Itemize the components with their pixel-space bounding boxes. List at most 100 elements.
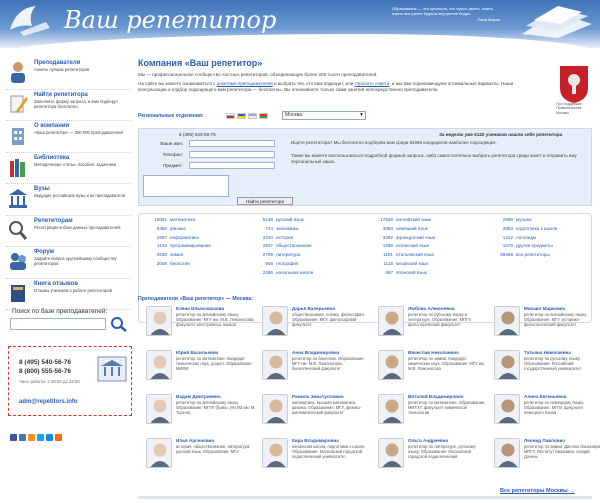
tutor-name[interactable]: Анна Владимировна: [292, 350, 339, 355]
tutor-card[interactable]: Юрий Васильевич репетитор по математике. …: [146, 350, 256, 396]
owl-logo-icon[interactable]: [6, 2, 52, 36]
tutor-photo[interactable]: [378, 394, 404, 424]
subject-row[interactable]: 59466 все репетиторы: [489, 252, 557, 261]
subject-link[interactable]: немецкий язык: [396, 226, 428, 231]
tutor-photo[interactable]: [494, 394, 520, 424]
subject-link[interactable]: другие предметы: [516, 243, 553, 248]
subject-row[interactable]: 1288 испанский язык: [369, 243, 435, 252]
tutor-photo[interactable]: [262, 350, 288, 380]
subject-row[interactable]: 1132 программирование: [143, 243, 211, 252]
subject-row[interactable]: 3084 немецкий язык: [369, 226, 435, 235]
tutor-name[interactable]: Юрий Васильевич: [176, 350, 218, 355]
tutor-card[interactable]: Любовь Алексеевна репетитор по русскому я…: [378, 306, 488, 352]
subject-link[interactable]: логопеды: [516, 235, 536, 240]
mailru-icon[interactable]: [46, 434, 53, 441]
tutor-name[interactable]: Дарья Валерьевна: [292, 306, 335, 311]
moscow-crest-icon[interactable]: [558, 64, 590, 104]
tutor-card[interactable]: Вячеслав Николаевич репетитор по химии. К…: [378, 350, 488, 396]
phone-1[interactable]: 8 (495) 540-56-76: [19, 359, 71, 366]
russia-flag-icon[interactable]: [226, 113, 235, 119]
subject-row[interactable]: 3048 биология: [143, 261, 211, 270]
tutor-name[interactable]: Ольга Андреевна: [408, 438, 448, 443]
subject-link[interactable]: история: [276, 235, 293, 240]
subject-row[interactable]: 487 японский язык: [369, 270, 435, 279]
ask-advice-link[interactable]: спросить совета: [354, 81, 389, 86]
tutor-card[interactable]: Вадим Дмитриевич репетитор по английскому…: [146, 394, 256, 440]
sidebar-item-find-tutor[interactable]: Найти репетитора Заполните форму запроса…: [6, 90, 132, 121]
tutor-name[interactable]: Вячеслав Николаевич: [408, 350, 459, 355]
tutor-photo[interactable]: [146, 350, 172, 380]
subject-row[interactable]: 5138 русский язык: [249, 217, 313, 226]
subject-link[interactable]: экономика: [276, 226, 298, 231]
site-title[interactable]: Ваш репетитор: [64, 6, 276, 34]
tutor-card[interactable]: Алина Евгеньевна репетитор по немецкому я…: [494, 394, 600, 440]
subject-row[interactable]: 17638 английский язык: [369, 217, 435, 226]
subject-link[interactable]: английский язык: [396, 217, 431, 222]
tutor-photo[interactable]: [494, 350, 520, 380]
tutor-card[interactable]: Виталий Владимирович репетитор по математ…: [378, 394, 488, 440]
tutor-name[interactable]: Михаил Маркович: [524, 306, 565, 311]
subject-row[interactable]: 2863 подготовка к школе: [489, 226, 558, 235]
tutor-photo[interactable]: [494, 306, 520, 336]
subject-row[interactable]: 19051 математика: [143, 217, 211, 226]
sidebar-item-title[interactable]: Библиотека: [34, 155, 69, 161]
tutor-card[interactable]: Рамиль Зинатуллович математика, высшая ма…: [262, 394, 372, 440]
subject-row[interactable]: 1181 итальянский язык: [369, 252, 435, 261]
subject-row[interactable]: 1118 китайский язык: [369, 261, 435, 270]
tutor-name[interactable]: Любовь Алексеевна: [408, 306, 454, 311]
tutor-name[interactable]: Татьяна Николаевна: [524, 350, 571, 355]
tutor-name[interactable]: Леонид Павлович: [524, 438, 565, 443]
belarus-flag-icon[interactable]: [259, 113, 268, 119]
sidebar-item-universities[interactable]: Вузы Ведущие российские вузы и их препод…: [6, 184, 132, 216]
subject-link[interactable]: информатика: [170, 235, 199, 240]
subject-row[interactable]: 2837 обществознание: [249, 243, 313, 252]
tutor-photo[interactable]: [262, 306, 288, 336]
tutor-card[interactable]: Елена Ильясовахова репетитор по английско…: [146, 306, 256, 352]
subject-row[interactable]: 1412 логопеды: [489, 235, 557, 244]
sidebar-item-about[interactable]: О компании «Ваш репетитор» — 200 000 пре…: [6, 121, 132, 153]
subject-row[interactable]: 6456 физика: [143, 226, 211, 235]
sidebar-item-title[interactable]: Репетиторам: [34, 218, 73, 224]
sidebar-item-title[interactable]: О компании: [34, 123, 69, 129]
tutor-card[interactable]: Леонид Павлович репетитор по химии. Дипло…: [494, 438, 600, 484]
ukraine-flag-icon[interactable]: [237, 113, 246, 119]
facebook-icon[interactable]: [10, 434, 17, 441]
tutor-name[interactable]: Кира Владимировна: [292, 438, 339, 443]
subject-link[interactable]: китайский язык: [396, 261, 428, 266]
email-link[interactable]: adm@repetitors.info: [19, 399, 78, 405]
sidebar-item-title[interactable]: Книга отзывов: [34, 281, 78, 287]
tutor-photo[interactable]: [378, 438, 404, 468]
tutor-card[interactable]: Илья Арсенович история, обществознание, л…: [146, 438, 256, 484]
tutor-name[interactable]: Илья Арсенович: [176, 438, 214, 443]
subject-field[interactable]: [189, 162, 275, 169]
tutor-name[interactable]: Виталий Владимирович: [408, 394, 463, 399]
subject-link[interactable]: химия: [170, 252, 183, 257]
sidebar-item-title[interactable]: Форум: [34, 249, 54, 255]
tutor-card[interactable]: Анна Владимировна репетитор по биологии. …: [262, 350, 372, 396]
livejournal-icon[interactable]: [55, 434, 62, 441]
sidebar-item-reviews[interactable]: Книга отзывов Отзывы учеников о работе р…: [6, 279, 132, 310]
subject-link[interactable]: все репетиторы: [516, 252, 550, 257]
subject-row[interactable]: 1678 другие предметы: [489, 243, 557, 252]
find-tutor-button[interactable]: Найти репетитора: [237, 197, 293, 205]
subject-link[interactable]: русский язык: [276, 217, 304, 222]
sidebar-item-library[interactable]: Библиотека Методические статьи, пособия,…: [6, 153, 132, 184]
sidebar-item-title[interactable]: Преподаватели: [34, 60, 80, 66]
tutor-photo[interactable]: [494, 438, 520, 468]
subject-row[interactable]: 3538 химия: [143, 252, 211, 261]
tutor-name[interactable]: Елена Ильясовахова: [176, 306, 224, 311]
search-icon[interactable]: [110, 316, 128, 332]
tutor-card[interactable]: Дарья Валерьевна обществознание, логика, …: [262, 306, 372, 352]
tutor-name[interactable]: Вадим Дмитриевич: [176, 394, 221, 399]
name-field[interactable]: [189, 140, 275, 147]
sidebar-item-for-tutors[interactable]: Репетиторам Регистрация в базе данных пр…: [6, 216, 132, 247]
sidebar-item-title[interactable]: Найти репетитора: [34, 92, 88, 98]
tutor-card[interactable]: Татьяна Николаевна репетитор по русскому …: [494, 350, 600, 396]
tutor-photo[interactable]: [146, 394, 172, 424]
subject-row[interactable]: 946 география: [249, 261, 313, 270]
sidebar-item-title[interactable]: Вузы: [34, 186, 50, 192]
comment-field[interactable]: [143, 175, 229, 197]
subject-link[interactable]: математика: [170, 217, 195, 222]
subject-link[interactable]: начальная школа: [276, 270, 313, 275]
tutor-photo[interactable]: [378, 350, 404, 380]
